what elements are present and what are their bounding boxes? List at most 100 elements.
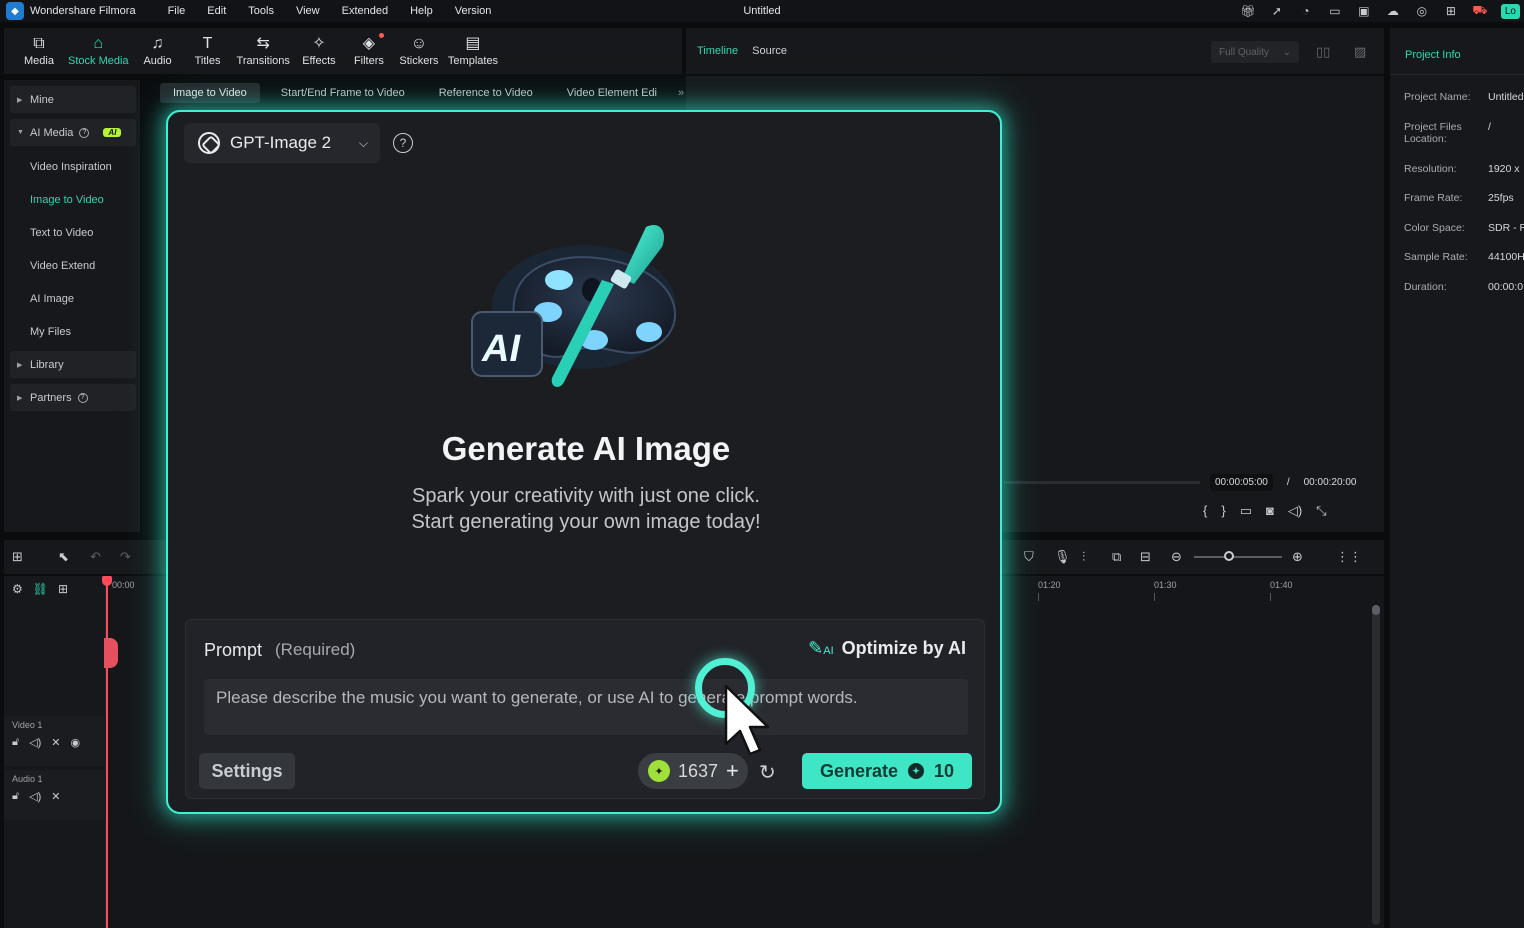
clip-icon[interactable]: ⊟ [1140,549,1151,565]
more-tabs-icon[interactable]: » [678,87,684,99]
add-track-icon[interactable]: ⊞ [58,582,68,596]
fullscreen-icon[interactable]: ⤡ [1316,503,1326,519]
menu-tools[interactable]: Tools [248,5,274,17]
subtab-start-end-frame[interactable]: Start/End Frame to Video [268,83,418,103]
refresh-icon[interactable]: ↻ [759,760,776,785]
help-icon[interactable]: ? [79,127,90,138]
seek-bar[interactable] [1004,481,1200,484]
tool-media[interactable]: ⧉ Media [14,35,64,67]
ruler-label: 00:00 [112,580,135,590]
track-audio-1[interactable]: Audio 1 🔓︎ ◁) ✕ [4,770,106,820]
feedback-icon[interactable]: ◔ [1298,3,1314,19]
quality-select[interactable]: Full Quality ⌄ [1211,41,1299,63]
mark-out-icon[interactable]: } [1221,503,1225,519]
menu-help[interactable]: Help [410,5,433,17]
menu-edit[interactable]: Edit [207,5,226,17]
menu-version[interactable]: Version [455,5,492,17]
tool-titles[interactable]: T Titles [183,35,233,67]
zoom-slider-knob[interactable] [1224,551,1234,561]
credit-coin-icon: ✦ [648,760,670,782]
lock-icon[interactable]: 🔓︎ [12,790,19,803]
caret-right-icon: ▶ [17,96,23,104]
send-icon[interactable]: ➚ [1269,3,1285,19]
menu-file[interactable]: File [168,5,186,17]
help-icon[interactable]: ? [393,133,413,153]
layout-icon[interactable]: ▭ [1327,3,1343,19]
track-options-icon[interactable]: ⋮⋮ [1336,549,1362,565]
volume-icon[interactable]: ◁) [1288,503,1302,519]
sidebar-item-video-extend[interactable]: Video Extend [10,252,136,279]
track-video-1[interactable]: Video 1 🔓︎ ◁) ✕ ◉ [4,716,106,766]
lock-icon[interactable]: 🔓︎ [12,736,19,749]
redo-icon[interactable]: ↷ [120,549,131,565]
sidebar-group-ai-media[interactable]: ▼ AI Media ? AI [10,119,136,146]
scopes-icon[interactable]: ▨ [1354,44,1366,60]
mixer-icon[interactable]: ⫶ [1082,549,1085,565]
sidebar-group-library[interactable]: ▶ Library [10,351,136,378]
volume-icon[interactable]: ◁) [29,736,41,749]
menu-extended[interactable]: Extended [342,5,388,17]
tool-audio[interactable]: ♫ Audio [133,35,183,67]
tab-source[interactable]: Source [752,45,787,57]
compare-view-icon[interactable]: ▯▯ [1316,44,1330,60]
headset-icon[interactable]: ◎ [1414,3,1430,19]
prompt-input[interactable] [204,679,968,735]
subtab-image-to-video[interactable]: Image to Video [160,83,260,103]
add-credits-icon[interactable]: + [726,758,739,784]
ruler-label: 01:40 [1270,580,1293,590]
optimize-by-ai-button[interactable]: ✎AI Optimize by AI [808,638,966,659]
app-name: Wondershare Filmora [30,5,136,17]
cart-icon[interactable]: ⛟ [1472,3,1488,19]
sidebar-item-image-to-video[interactable]: Image to Video [10,186,136,213]
tool-transitions[interactable]: ⇆ Transitions [233,35,294,67]
undo-icon[interactable]: ↶ [90,549,101,565]
subtab-video-element-edit[interactable]: Video Element Edi [554,83,670,103]
sidebar-item-ai-image[interactable]: AI Image [10,285,136,312]
mark-in-icon[interactable]: { [1203,503,1207,519]
shield-icon[interactable]: ⛉ [1024,549,1034,565]
mic-icon[interactable]: 🎙︎ [1054,549,1071,565]
tool-stock-media[interactable]: ⌂ Stock Media [64,35,133,67]
playhead[interactable] [106,578,108,928]
apps-grid-icon[interactable]: ⊞ [1443,3,1459,19]
menu-view[interactable]: View [296,5,320,17]
zoom-in-icon[interactable]: ⊕ [1292,549,1303,565]
snapshot-icon[interactable]: ◙ [1266,503,1274,519]
playhead-handle[interactable] [102,576,112,586]
timeline-scrollbar[interactable] [1372,605,1380,925]
tool-filters[interactable]: ◈ Filters [344,33,394,67]
settings-icon[interactable]: ⚙ [12,582,23,596]
tab-timeline[interactable]: Timeline [697,45,738,57]
generate-button[interactable]: Generate ✦ 10 [802,753,972,789]
replace-icon[interactable]: ⧉ [1112,549,1121,565]
subtab-reference-to-video[interactable]: Reference to Video [426,83,546,103]
tool-templates[interactable]: ▤ Templates [444,35,502,67]
volume-icon[interactable]: ◁) [29,790,41,803]
display-icon[interactable]: ▭ [1240,503,1252,519]
login-button[interactable]: Lo [1500,3,1520,19]
help-icon[interactable]: ? [77,392,88,403]
link-icon[interactable]: ⛓ [33,582,48,596]
info-duration: Duration: 00:00:0 [1404,281,1524,293]
zoom-out-icon[interactable]: ⊖ [1171,549,1182,565]
settings-button[interactable]: Settings [199,753,295,789]
sidebar-item-video-inspiration[interactable]: Video Inspiration [10,153,136,180]
sidebar-item-my-files[interactable]: My Files [10,318,136,345]
tool-effects[interactable]: ✧ Effects [294,35,344,67]
save-icon[interactable]: ▣ [1356,3,1372,19]
cloud-icon[interactable]: ☁︎ [1385,3,1401,19]
zoom-slider[interactable] [1194,556,1282,558]
gift-icon[interactable]: 🎁︎ [1240,3,1256,19]
prompt-label: Prompt [204,640,263,660]
mute-icon[interactable]: ✕ [51,790,60,803]
model-select[interactable]: GPT-Image 2 ⌵ [184,123,380,163]
playhead-grab[interactable] [104,638,118,668]
select-tool-icon[interactable]: ⬉ [58,549,69,565]
mute-icon[interactable]: ✕ [51,736,60,749]
sidebar-group-partners[interactable]: ▶ Partners ? [10,384,136,411]
layout-grid-icon[interactable]: ⊞ [12,549,23,565]
sidebar-group-mine[interactable]: ▶ Mine [10,86,136,113]
eye-icon[interactable]: ◉ [70,736,80,749]
sidebar-item-text-to-video[interactable]: Text to Video [10,219,136,246]
tool-stickers[interactable]: ☺ Stickers [394,35,444,67]
